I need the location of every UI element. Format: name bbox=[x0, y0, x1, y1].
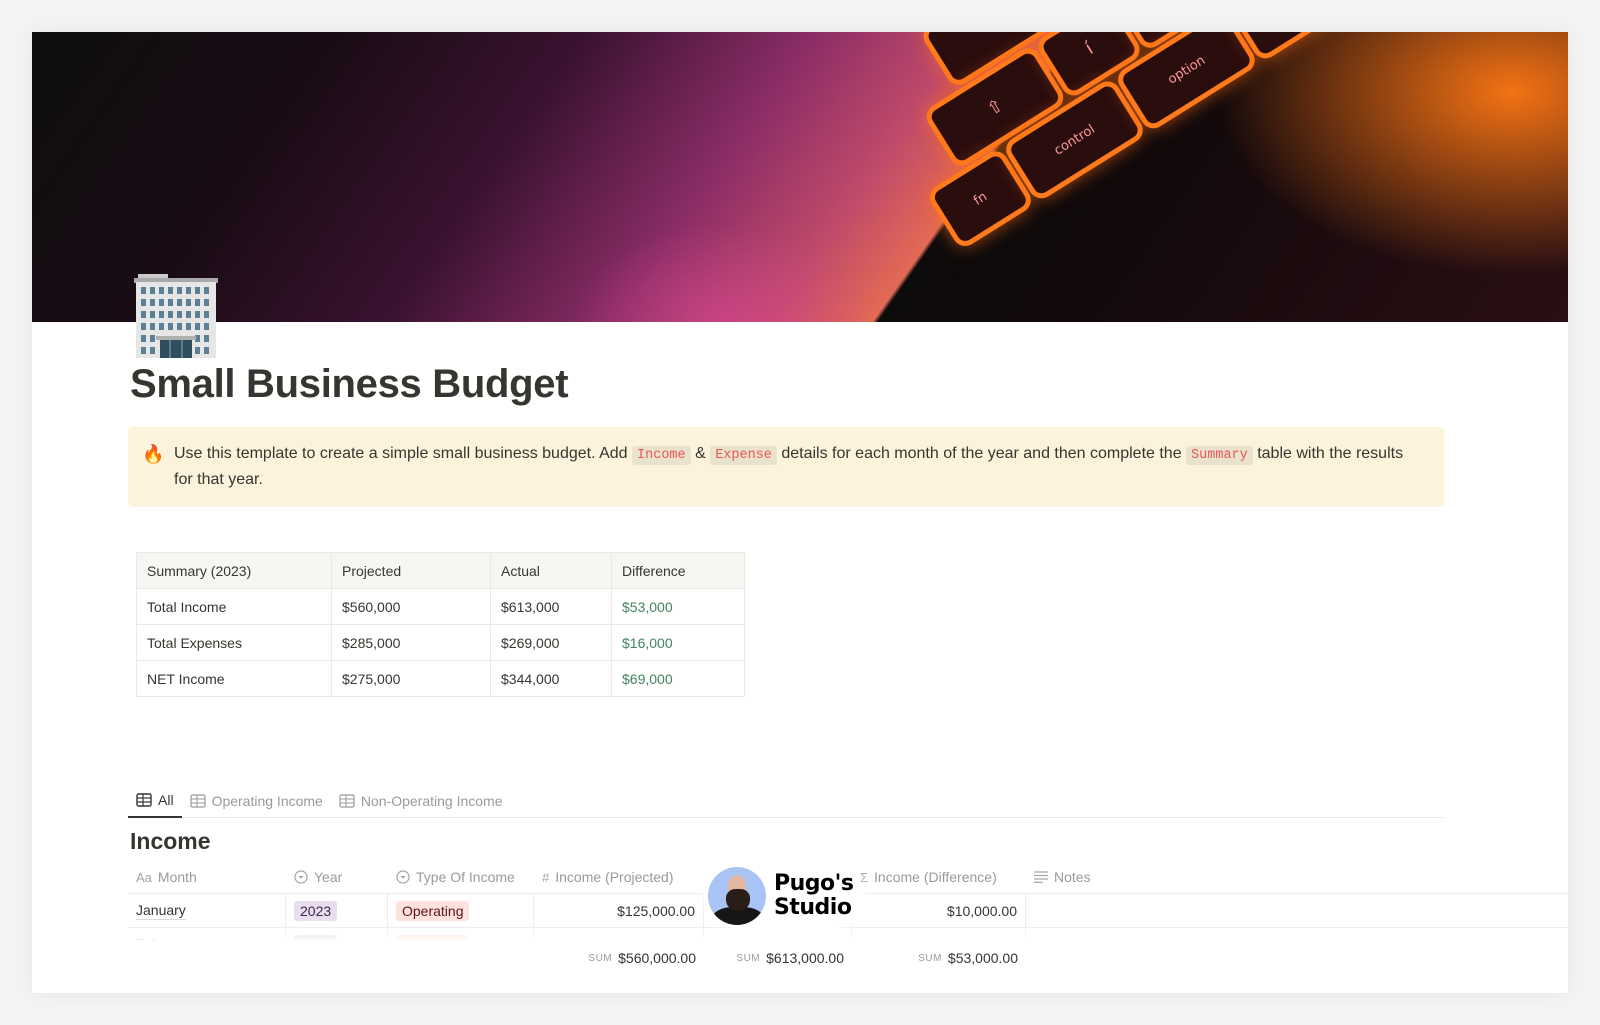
sum-label: SUM bbox=[588, 952, 613, 964]
callout-text-part: & bbox=[690, 445, 711, 462]
number-icon: # bbox=[542, 869, 550, 885]
key: fn bbox=[931, 153, 1029, 244]
cell-month[interactable]: January bbox=[128, 894, 286, 928]
summary-header-cell[interactable]: Summary (2023) bbox=[136, 552, 332, 589]
summary-cell-label[interactable]: NET Income bbox=[136, 660, 332, 697]
office-building-icon[interactable] bbox=[132, 272, 220, 358]
column-label: Notes bbox=[1054, 869, 1091, 885]
cell-type-of-income[interactable]: Operating bbox=[388, 894, 534, 928]
summary-cell-label[interactable]: Total Income bbox=[136, 588, 332, 625]
summary-header-cell[interactable]: Difference bbox=[611, 552, 745, 589]
cover-glow bbox=[572, 222, 872, 322]
sum-label: SUM bbox=[918, 952, 942, 964]
cell-year[interactable]: 2023 bbox=[286, 894, 388, 928]
pugos-studio-watermark: Pugo's Studio bbox=[704, 864, 864, 928]
column-label: Income (Difference) bbox=[874, 869, 997, 885]
calculation-footer: SUM $560,000.00 SUM $613,000.00 SUM $53,… bbox=[128, 940, 1568, 993]
summary-row: NET Income $275,000 $344,000 $69,000 bbox=[136, 660, 745, 697]
month-value: January bbox=[136, 902, 186, 920]
summary-header-cell[interactable]: Projected bbox=[331, 552, 491, 589]
summary-row: Total Income $560,000 $613,000 $53,000 bbox=[136, 588, 745, 625]
footer-sum-difference[interactable]: SUM $53,000.00 bbox=[852, 940, 1026, 976]
cell-notes[interactable] bbox=[1026, 894, 1568, 928]
summary-cell-actual[interactable]: $344,000 bbox=[490, 660, 612, 697]
sum-value: $613,000.00 bbox=[766, 950, 844, 966]
select-icon bbox=[396, 870, 410, 884]
year-tag: 2023 bbox=[294, 901, 338, 921]
sum-value: $560,000.00 bbox=[618, 950, 696, 966]
summary-cell-difference[interactable]: $16,000 bbox=[611, 624, 745, 661]
inline-code-income: Income bbox=[632, 446, 691, 465]
callout-text-part: Use this template to create a simple sma… bbox=[174, 445, 633, 462]
column-label: Month bbox=[157, 869, 197, 885]
column-label: Income (Projected) bbox=[555, 869, 674, 885]
summary-header-cell[interactable]: Actual bbox=[490, 552, 612, 589]
callout-text-part: details for each month of the year and t… bbox=[776, 445, 1187, 462]
summary-cell-actual[interactable]: $269,000 bbox=[490, 624, 612, 661]
tab-label: Non-Operating Income bbox=[360, 793, 503, 809]
tab-non-operating-income[interactable]: Non-Operating Income bbox=[331, 784, 511, 818]
summary-header-row: Summary (2023) Projected Actual Differen… bbox=[136, 552, 745, 589]
keyboard-image: ! " · $ ⇥ Q W E R T ⇪ A S D F G bbox=[792, 32, 1568, 322]
table-icon bbox=[189, 794, 206, 808]
sum-value: $53,000.00 bbox=[947, 950, 1018, 966]
footer-spacer bbox=[128, 940, 534, 976]
footer-sum-projected[interactable]: SUM $560,000.00 bbox=[534, 940, 704, 976]
notion-page: ! " · $ ⇥ Q W E R T ⇪ A S D F G bbox=[32, 32, 1568, 993]
cell-income-difference[interactable]: $10,000.00 bbox=[852, 894, 1026, 928]
summary-cell-projected[interactable]: $275,000 bbox=[331, 660, 491, 697]
column-header-month[interactable]: Aa Month bbox=[128, 860, 286, 894]
cell-income-projected[interactable]: $125,000.00 bbox=[534, 894, 704, 928]
summary-row: Total Expenses $285,000 $269,000 $16,000 bbox=[136, 624, 745, 661]
database-view-tabs: All Operating Income Non-Operating Incom… bbox=[128, 784, 1444, 818]
sum-label: SUM bbox=[736, 952, 761, 964]
column-header-year[interactable]: Year bbox=[286, 860, 388, 894]
summary-cell-projected[interactable]: $560,000 bbox=[331, 588, 491, 625]
summary-table: Summary (2023) Projected Actual Differen… bbox=[136, 552, 745, 697]
title-icon: Aa bbox=[136, 869, 152, 885]
summary-cell-difference[interactable]: $53,000 bbox=[611, 588, 745, 625]
footer-sum-actual[interactable]: SUM $613,000.00 bbox=[704, 940, 852, 976]
watermark-line: Studio bbox=[774, 895, 852, 920]
column-header-notes[interactable]: Notes bbox=[1026, 860, 1568, 894]
watermark-text: Pugo's Studio bbox=[774, 871, 854, 920]
type-tag: Operating bbox=[396, 901, 470, 921]
tab-all[interactable]: All bbox=[128, 784, 182, 818]
summary-cell-difference[interactable]: $69,000 bbox=[611, 660, 745, 697]
tab-operating-income[interactable]: Operating Income bbox=[182, 784, 331, 818]
key bbox=[1232, 32, 1399, 57]
callout-text: Use this template to create a simple sma… bbox=[174, 445, 1403, 488]
page-title[interactable]: Small Business Budget bbox=[130, 362, 569, 407]
watermark-line: Pugo's bbox=[774, 871, 854, 896]
tab-label: Operating Income bbox=[211, 793, 323, 809]
column-header-income-projected[interactable]: # Income (Projected) bbox=[534, 860, 704, 894]
avatar bbox=[708, 867, 766, 925]
callout-block[interactable]: 🔥 Use this template to create a simple s… bbox=[128, 427, 1444, 507]
column-header-type-of-income[interactable]: Type Of Income bbox=[388, 860, 534, 894]
column-label: Type Of Income bbox=[416, 869, 515, 885]
summary-cell-projected[interactable]: $285,000 bbox=[331, 624, 491, 661]
table-icon bbox=[339, 794, 355, 808]
inline-code-expense: Expense bbox=[710, 446, 777, 465]
select-icon bbox=[294, 870, 308, 884]
column-label: Year bbox=[314, 869, 343, 885]
fire-icon: 🔥 bbox=[142, 444, 165, 464]
database-title[interactable]: Income bbox=[130, 828, 211, 855]
tab-label: All bbox=[158, 792, 174, 808]
inline-code-summary: Summary bbox=[1186, 446, 1253, 465]
summary-cell-actual[interactable]: $613,000 bbox=[490, 588, 612, 625]
text-icon bbox=[1034, 871, 1048, 883]
summary-cell-label[interactable]: Total Expenses bbox=[136, 624, 332, 661]
cover-image[interactable]: ! " · $ ⇥ Q W E R T ⇪ A S D F G bbox=[32, 32, 1568, 322]
column-header-income-difference[interactable]: Σ Income (Difference) bbox=[852, 860, 1026, 894]
table-icon bbox=[136, 793, 152, 807]
